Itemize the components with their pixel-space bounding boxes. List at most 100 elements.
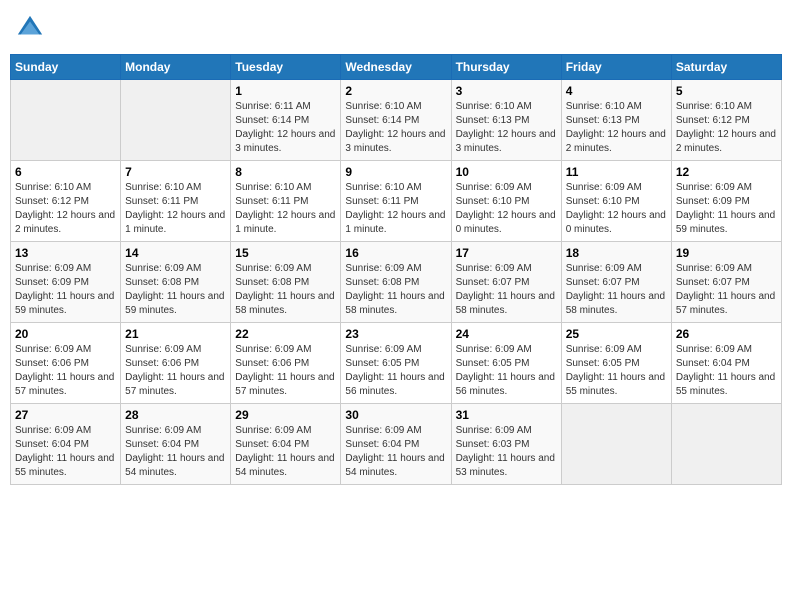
day-number: 24 bbox=[456, 327, 557, 341]
calendar-week-5: 27Sunrise: 6:09 AM Sunset: 6:04 PM Dayli… bbox=[11, 404, 782, 485]
weekday-header-thursday: Thursday bbox=[451, 55, 561, 80]
day-info: Sunrise: 6:09 AM Sunset: 6:08 PM Dayligh… bbox=[125, 262, 226, 318]
logo bbox=[16, 14, 46, 42]
calendar-cell: 28 Sunrise: 6:09 AM Sunset: 6:04 PM Dayli… bbox=[121, 404, 231, 485]
day-info: Sunrise: 6:09 AM Sunset: 6:05 PM Dayligh… bbox=[566, 343, 667, 399]
calendar-cell: 10 Sunrise: 6:09 AM Sunset: 6:10 PM Dayli… bbox=[451, 161, 561, 242]
day-info: Sunrise: 6:10 AM Sunset: 6:12 PM Dayligh… bbox=[15, 181, 116, 237]
calendar-table: SundayMondayTuesdayWednesdayThursdayFrid… bbox=[10, 54, 782, 485]
day-info: Sunrise: 6:10 AM Sunset: 6:13 PM Dayligh… bbox=[566, 100, 667, 156]
calendar-cell: 7 Sunrise: 6:10 AM Sunset: 6:11 PM Daylig… bbox=[121, 161, 231, 242]
logo-icon bbox=[16, 14, 44, 42]
weekday-header-monday: Monday bbox=[121, 55, 231, 80]
day-info: Sunrise: 6:10 AM Sunset: 6:11 PM Dayligh… bbox=[345, 181, 446, 237]
weekday-header-friday: Friday bbox=[561, 55, 671, 80]
day-number: 31 bbox=[456, 408, 557, 422]
calendar-cell: 6 Sunrise: 6:10 AM Sunset: 6:12 PM Daylig… bbox=[11, 161, 121, 242]
calendar-cell: 16 Sunrise: 6:09 AM Sunset: 6:08 PM Dayli… bbox=[341, 242, 451, 323]
calendar-cell bbox=[121, 80, 231, 161]
day-info: Sunrise: 6:09 AM Sunset: 6:04 PM Dayligh… bbox=[235, 424, 336, 480]
day-number: 1 bbox=[235, 84, 336, 98]
day-info: Sunrise: 6:09 AM Sunset: 6:08 PM Dayligh… bbox=[345, 262, 446, 318]
calendar-cell: 29 Sunrise: 6:09 AM Sunset: 6:04 PM Dayli… bbox=[231, 404, 341, 485]
calendar-header: SundayMondayTuesdayWednesdayThursdayFrid… bbox=[11, 55, 782, 80]
calendar-cell: 23 Sunrise: 6:09 AM Sunset: 6:05 PM Dayli… bbox=[341, 323, 451, 404]
day-number: 26 bbox=[676, 327, 777, 341]
day-info: Sunrise: 6:09 AM Sunset: 6:05 PM Dayligh… bbox=[345, 343, 446, 399]
weekday-header-row: SundayMondayTuesdayWednesdayThursdayFrid… bbox=[11, 55, 782, 80]
day-number: 19 bbox=[676, 246, 777, 260]
day-info: Sunrise: 6:09 AM Sunset: 6:06 PM Dayligh… bbox=[235, 343, 336, 399]
day-info: Sunrise: 6:09 AM Sunset: 6:04 PM Dayligh… bbox=[125, 424, 226, 480]
day-number: 12 bbox=[676, 165, 777, 179]
day-number: 30 bbox=[345, 408, 446, 422]
day-number: 6 bbox=[15, 165, 116, 179]
calendar-cell: 13Sunrise: 6:09 AM Sunset: 6:09 PM Dayli… bbox=[11, 242, 121, 323]
calendar-cell: 27Sunrise: 6:09 AM Sunset: 6:04 PM Dayli… bbox=[11, 404, 121, 485]
weekday-header-wednesday: Wednesday bbox=[341, 55, 451, 80]
calendar-cell: 21 Sunrise: 6:09 AM Sunset: 6:06 PM Dayli… bbox=[121, 323, 231, 404]
calendar-cell: 9 Sunrise: 6:10 AM Sunset: 6:11 PM Daylig… bbox=[341, 161, 451, 242]
day-number: 8 bbox=[235, 165, 336, 179]
day-number: 16 bbox=[345, 246, 446, 260]
calendar-week-3: 13Sunrise: 6:09 AM Sunset: 6:09 PM Dayli… bbox=[11, 242, 782, 323]
calendar-cell: 3 Sunrise: 6:10 AM Sunset: 6:13 PM Daylig… bbox=[451, 80, 561, 161]
day-number: 20 bbox=[15, 327, 116, 341]
day-info: Sunrise: 6:10 AM Sunset: 6:14 PM Dayligh… bbox=[345, 100, 446, 156]
day-info: Sunrise: 6:09 AM Sunset: 6:06 PM Dayligh… bbox=[125, 343, 226, 399]
day-number: 22 bbox=[235, 327, 336, 341]
day-info: Sunrise: 6:10 AM Sunset: 6:12 PM Dayligh… bbox=[676, 100, 777, 156]
calendar-cell: 11Sunrise: 6:09 AM Sunset: 6:10 PM Dayli… bbox=[561, 161, 671, 242]
day-info: Sunrise: 6:09 AM Sunset: 6:06 PM Dayligh… bbox=[15, 343, 116, 399]
day-info: Sunrise: 6:09 AM Sunset: 6:04 PM Dayligh… bbox=[345, 424, 446, 480]
day-info: Sunrise: 6:09 AM Sunset: 6:07 PM Dayligh… bbox=[566, 262, 667, 318]
day-info: Sunrise: 6:10 AM Sunset: 6:13 PM Dayligh… bbox=[456, 100, 557, 156]
calendar-cell: 17 Sunrise: 6:09 AM Sunset: 6:07 PM Dayli… bbox=[451, 242, 561, 323]
day-number: 14 bbox=[125, 246, 226, 260]
calendar-cell: 24Sunrise: 6:09 AM Sunset: 6:05 PM Dayli… bbox=[451, 323, 561, 404]
day-info: Sunrise: 6:10 AM Sunset: 6:11 PM Dayligh… bbox=[235, 181, 336, 237]
weekday-header-saturday: Saturday bbox=[671, 55, 781, 80]
calendar-week-4: 20 Sunrise: 6:09 AM Sunset: 6:06 PM Dayli… bbox=[11, 323, 782, 404]
calendar-cell: 1 Sunrise: 6:11 AM Sunset: 6:14 PM Daylig… bbox=[231, 80, 341, 161]
calendar-cell: 25 Sunrise: 6:09 AM Sunset: 6:05 PM Dayli… bbox=[561, 323, 671, 404]
day-number: 2 bbox=[345, 84, 446, 98]
day-number: 17 bbox=[456, 246, 557, 260]
day-number: 21 bbox=[125, 327, 226, 341]
calendar-cell: 19Sunrise: 6:09 AM Sunset: 6:07 PM Dayli… bbox=[671, 242, 781, 323]
day-number: 13 bbox=[15, 246, 116, 260]
day-number: 9 bbox=[345, 165, 446, 179]
day-number: 15 bbox=[235, 246, 336, 260]
day-number: 18 bbox=[566, 246, 667, 260]
calendar-cell: 14 Sunrise: 6:09 AM Sunset: 6:08 PM Dayli… bbox=[121, 242, 231, 323]
day-info: Sunrise: 6:09 AM Sunset: 6:07 PM Dayligh… bbox=[456, 262, 557, 318]
day-number: 25 bbox=[566, 327, 667, 341]
calendar-cell: 15 Sunrise: 6:09 AM Sunset: 6:08 PM Dayli… bbox=[231, 242, 341, 323]
day-info: Sunrise: 6:09 AM Sunset: 6:04 PM Dayligh… bbox=[676, 343, 777, 399]
day-info: Sunrise: 6:09 AM Sunset: 6:10 PM Dayligh… bbox=[566, 181, 667, 237]
day-info: Sunrise: 6:09 AM Sunset: 6:04 PM Dayligh… bbox=[15, 424, 116, 480]
calendar-cell: 8 Sunrise: 6:10 AM Sunset: 6:11 PM Daylig… bbox=[231, 161, 341, 242]
day-info: Sunrise: 6:09 AM Sunset: 6:08 PM Dayligh… bbox=[235, 262, 336, 318]
day-number: 5 bbox=[676, 84, 777, 98]
day-number: 10 bbox=[456, 165, 557, 179]
calendar-cell bbox=[671, 404, 781, 485]
calendar-cell: 26 Sunrise: 6:09 AM Sunset: 6:04 PM Dayli… bbox=[671, 323, 781, 404]
calendar-week-1: 1 Sunrise: 6:11 AM Sunset: 6:14 PM Daylig… bbox=[11, 80, 782, 161]
calendar-cell: 20 Sunrise: 6:09 AM Sunset: 6:06 PM Dayli… bbox=[11, 323, 121, 404]
calendar-cell: 31Sunrise: 6:09 AM Sunset: 6:03 PM Dayli… bbox=[451, 404, 561, 485]
day-info: Sunrise: 6:11 AM Sunset: 6:14 PM Dayligh… bbox=[235, 100, 336, 156]
calendar-cell: 30 Sunrise: 6:09 AM Sunset: 6:04 PM Dayli… bbox=[341, 404, 451, 485]
day-number: 3 bbox=[456, 84, 557, 98]
day-info: Sunrise: 6:10 AM Sunset: 6:11 PM Dayligh… bbox=[125, 181, 226, 237]
calendar-cell bbox=[11, 80, 121, 161]
day-number: 29 bbox=[235, 408, 336, 422]
calendar-cell: 18 Sunrise: 6:09 AM Sunset: 6:07 PM Dayli… bbox=[561, 242, 671, 323]
day-number: 23 bbox=[345, 327, 446, 341]
calendar-body: 1 Sunrise: 6:11 AM Sunset: 6:14 PM Daylig… bbox=[11, 80, 782, 485]
calendar-week-2: 6 Sunrise: 6:10 AM Sunset: 6:12 PM Daylig… bbox=[11, 161, 782, 242]
day-info: Sunrise: 6:09 AM Sunset: 6:10 PM Dayligh… bbox=[456, 181, 557, 237]
day-number: 28 bbox=[125, 408, 226, 422]
day-number: 7 bbox=[125, 165, 226, 179]
weekday-header-tuesday: Tuesday bbox=[231, 55, 341, 80]
